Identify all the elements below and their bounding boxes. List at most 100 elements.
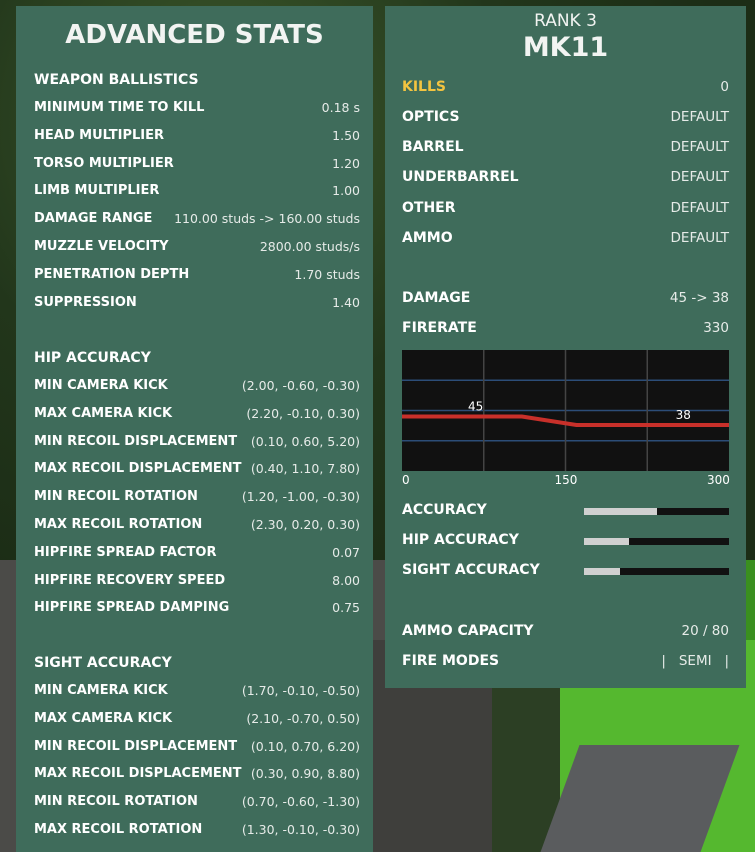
stat-value: 1.00 [332,183,360,199]
fire-modes-row: FIRE MODES | SEMI | [402,653,729,673]
accuracy-label: ACCURACY [402,502,487,518]
accuracy-label: SIGHT ACCURACY [402,562,540,579]
hip-accuracy-row: MAX CAMERA KICK (2.20, -0.10, 0.30) [34,406,360,424]
hip-accuracy-row: MIN RECOIL DISPLACEMENT (0.10, 0.60, 5.20… [34,434,360,452]
ballistics-row: DAMAGE RANGE 110.00 studs -> 160.00 studs [34,211,360,229]
stat-value: 0.18 s [321,100,360,115]
kills-row: KILLS 0 [402,79,729,99]
stat-value: 8.00 [332,572,360,588]
sight-accuracy-row: MIN RECOIL ROTATION (0.70, -0.60, -1.30) [34,794,360,812]
attachment-value: DEFAULT [670,229,729,246]
stat-value: 1.40 [332,294,360,310]
accuracy-bar [584,568,729,576]
stat-label: MUZZLE VELOCITY [34,239,169,254]
stat-label: MIN CAMERA KICK [34,683,168,698]
damage-annotation: 45 [468,400,483,414]
damage-row: DAMAGE 45 -> 38 [402,290,729,310]
stat-label: HIPFIRE SPREAD FACTOR [34,544,217,560]
accuracy-bar-fill [584,508,657,515]
ballistics-row: PENETRATION DEPTH 1.70 studs [34,267,360,285]
damage-annotation: 38 [676,408,691,422]
stat-value: (0.40, 1.10, 7.80) [250,461,360,477]
firerate-label: FIRERATE [402,320,477,336]
graph-x-tick-label: 300 [707,473,730,487]
attachment-row-other: OTHER DEFAULT [402,200,729,220]
stat-label: MAX RECOIL DISPLACEMENT [34,766,242,782]
stat-label: LIMB MULTIPLIER [34,183,160,199]
stat-value: (0.10, 0.60, 5.20) [250,433,360,449]
accuracy-bar [584,538,729,546]
hip-accuracy-row: MAX RECOIL ROTATION (2.30, 0.20, 0.30) [34,517,360,535]
weapon-rank: RANK 3 [534,11,597,31]
stat-label: DAMAGE RANGE [34,211,153,227]
stat-label: HIPFIRE RECOVERY SPEED [34,572,226,588]
ammo-capacity-row: AMMO CAPACITY 20 / 80 [402,623,729,643]
ballistics-row: MUZZLE VELOCITY 2800.00 studs/s [34,239,360,257]
firerate-value: 330 [703,320,729,336]
damage-label: DAMAGE [402,290,471,306]
attachment-value: DEFAULT [670,169,729,186]
stat-value: (1.30, -0.10, -0.30) [241,822,360,837]
attachment-value: DEFAULT [670,139,729,156]
stat-label: MAX CAMERA KICK [34,405,173,421]
attachment-row-underbarrel: UNDERBARREL DEFAULT [402,169,729,189]
ammo-capacity-value: 20 / 80 [681,623,730,639]
kills-value: 0 [720,79,729,95]
stat-label: MINIMUM TIME TO KILL [34,100,205,115]
hip-accuracy-row: MIN CAMERA KICK (2.00, -0.60, -0.30) [34,378,360,396]
stat-label: PENETRATION DEPTH [34,266,190,282]
attachment-label: OTHER [402,199,456,216]
stat-value: (0.30, 0.90, 8.80) [250,766,360,782]
sight-accuracy-row: MAX CAMERA KICK (2.10, -0.70, 0.50) [34,711,360,729]
attachment-label: UNDERBARREL [402,169,519,186]
stat-label: MAX RECOIL DISPLACEMENT [34,461,242,477]
stat-label: MAX RECOIL ROTATION [34,822,203,837]
stat-label: MIN RECOIL DISPLACEMENT [34,433,238,449]
kills-label: KILLS [402,79,446,95]
hip-accuracy-row: HIPFIRE RECOVERY SPEED 8.00 [34,573,360,591]
stat-label: MIN RECOIL ROTATION [34,489,198,505]
hip-accuracy-row: HIPFIRE SPREAD DAMPING 0.75 [34,600,360,618]
stat-value: (2.20, -0.10, 0.30) [246,405,360,421]
stat-label: MIN RECOIL DISPLACEMENT [34,738,238,754]
ballistics-row: LIMB MULTIPLIER 1.00 [34,183,360,201]
stat-label: MAX CAMERA KICK [34,710,173,726]
stat-label: MAX RECOIL ROTATION [34,517,203,532]
hip-accuracy-row: HIPFIRE SPREAD FACTOR 0.07 [34,545,360,563]
sight-accuracy-heading: SIGHT ACCURACY [34,655,172,671]
stat-value: 0.07 [332,544,360,560]
weapon-stats-panel: RANK 3 MK11 KILLS 0 OPTICS DEFAULT BARREL D… [385,6,746,688]
advanced-stats-panel: ADVANCED STATS WEAPON BALLISTICS MINIMUM… [16,6,373,852]
hip-accuracy-heading: HIP ACCURACY [34,350,151,366]
hip-accuracy-row: MAX RECOIL DISPLACEMENT (0.40, 1.10, 7.80… [34,461,360,479]
sight-accuracy-row: MAX RECOIL DISPLACEMENT (0.30, 0.90, 8.80… [34,766,360,784]
stat-value: (2.30, 0.20, 0.30) [250,517,360,532]
stat-label: MIN RECOIL ROTATION [34,794,198,810]
stat-label: MIN CAMERA KICK [34,378,168,393]
stat-value: 0.75 [332,600,360,616]
ballistics-row: MINIMUM TIME TO KILL 0.18 s [34,100,360,118]
ballistics-row: HEAD MULTIPLIER 1.50 [34,128,360,146]
attachment-row-ammo: AMMO DEFAULT [402,230,729,250]
sight-accuracy-row: MIN RECOIL DISPLACEMENT (0.10, 0.70, 6.20… [34,739,360,757]
weapon-ballistics-heading: WEAPON BALLISTICS [34,72,199,88]
stat-value: 110.00 studs -> 160.00 studs [174,211,360,227]
attachment-row-optics: OPTICS DEFAULT [402,109,729,129]
stat-value: (2.10, -0.70, 0.50) [246,710,360,726]
stat-value: (0.10, 0.70, 6.20) [250,738,360,754]
fire-modes-value: | SEMI | [661,653,729,669]
weapon-name: MK11 [522,32,609,63]
sight-accuracy-row: MAX RECOIL ROTATION (1.30, -0.10, -0.30) [34,822,360,840]
damage-value: 45 -> 38 [669,290,729,306]
stat-label: HEAD MULTIPLIER [34,127,165,143]
stat-value: (0.70, -0.60, -1.30) [241,794,360,810]
stat-value: 1.70 studs [294,266,360,282]
firerate-row: FIRERATE 330 [402,320,729,340]
hip-accuracy-row: MIN RECOIL ROTATION (1.20, -1.00, -0.30) [34,489,360,507]
stat-value: 1.50 [332,127,360,143]
sight-accuracy-row: MIN CAMERA KICK (1.70, -0.10, -0.50) [34,683,360,701]
attachment-value: DEFAULT [670,199,729,216]
graph-x-tick-label: 150 [554,473,578,487]
graph-x-tick-label: 0 [402,473,410,487]
stat-value: (2.00, -0.60, -0.30) [241,378,360,393]
